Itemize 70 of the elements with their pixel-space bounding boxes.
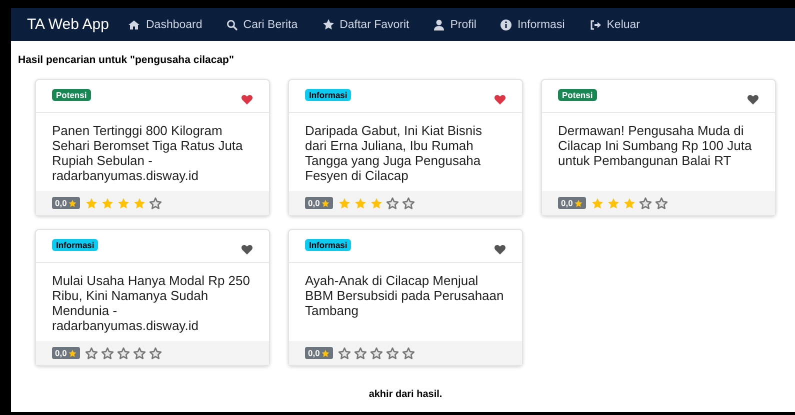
rating-badge: 0,0 bbox=[305, 197, 333, 209]
heart-icon[interactable] bbox=[494, 244, 506, 255]
rating-star-icon[interactable] bbox=[402, 196, 415, 210]
nav-link[interactable]: Dashboard bbox=[127, 18, 214, 30]
heart-icon[interactable] bbox=[241, 244, 253, 255]
star-icon bbox=[322, 18, 335, 31]
rating-star-icon[interactable] bbox=[100, 346, 114, 360]
rating-star-icon[interactable] bbox=[84, 196, 98, 210]
category-badge: Potensi bbox=[52, 89, 91, 101]
news-card[interactable]: Informasi Daripada Gabut, Ini Kiat Bisnis dari Erna Juliana, Ibu Rumah Tangga yang Juga Pengusaha Fesyen di Cilacap 0,0 bbox=[288, 79, 523, 216]
rating-star-icon[interactable] bbox=[386, 196, 399, 210]
search-icon bbox=[226, 18, 238, 30]
heart-icon[interactable] bbox=[747, 94, 759, 105]
rating-star-icon[interactable] bbox=[654, 196, 668, 210]
rating-star-icon[interactable] bbox=[606, 196, 620, 210]
rating-star-icon[interactable] bbox=[116, 346, 130, 360]
rating-badge: 0,0 bbox=[52, 347, 80, 359]
search-results-heading: Hasil pencarian untuk "pengusaha cilacap" bbox=[18, 54, 235, 66]
heart-icon[interactable] bbox=[494, 94, 506, 105]
rating-star-icon[interactable] bbox=[148, 346, 162, 360]
rating-star-icon[interactable] bbox=[84, 346, 98, 360]
rating-star-icon[interactable] bbox=[370, 196, 383, 210]
news-card[interactable]: Potensi Panen Tertinggi 800 Kilogram Sehari Beromset Tiga Ratus Juta Rupiah Sebulan - radarbanyumas.disway.id 0,0 bbox=[35, 79, 270, 216]
rating-badge: 0,0 bbox=[305, 347, 333, 359]
rating-star-icon[interactable] bbox=[590, 196, 604, 210]
brand-title[interactable]: TA Web App bbox=[27, 16, 109, 33]
heart-icon[interactable] bbox=[241, 94, 253, 105]
news-title[interactable]: Ayah-Anak di Cilacap Menjual BBM Bersubsidi pada Perusahaan Tambang bbox=[289, 263, 522, 341]
home-icon bbox=[127, 18, 141, 30]
star-icon bbox=[68, 198, 77, 208]
star-icon bbox=[320, 348, 330, 358]
star-icon bbox=[320, 198, 330, 208]
rating-badge: 0,0 bbox=[558, 197, 586, 209]
star-icon bbox=[574, 198, 583, 208]
rating-star-icon[interactable] bbox=[116, 196, 130, 210]
rating-star-icon[interactable] bbox=[100, 196, 114, 210]
rating-star-icon[interactable] bbox=[132, 346, 146, 360]
end-of-results-text: akhir dari hasil. bbox=[368, 389, 442, 400]
nav-link[interactable]: Daftar Favorit bbox=[322, 18, 422, 31]
rating-star-icon[interactable] bbox=[370, 346, 383, 360]
rating-star-icon[interactable] bbox=[402, 346, 415, 360]
logout-icon bbox=[588, 18, 602, 30]
category-badge: Informasi bbox=[52, 239, 98, 251]
nav-link[interactable]: Profil bbox=[433, 18, 488, 30]
rating-star-icon[interactable] bbox=[132, 196, 146, 210]
rating-star-icon[interactable] bbox=[386, 346, 399, 360]
rating-star-icon[interactable] bbox=[354, 196, 367, 210]
rating-star-icon[interactable] bbox=[338, 196, 351, 210]
news-card[interactable]: Potensi Dermawan! Pengusaha Muda di Cilacap Ini Sumbang Rp 100 Juta untuk Pembangunan Balai RT 0,0 bbox=[541, 79, 776, 216]
rating-star-icon[interactable] bbox=[638, 196, 652, 210]
nav-link[interactable]: Keluar bbox=[588, 18, 652, 30]
category-badge: Informasi bbox=[305, 239, 352, 251]
category-badge: Potensi bbox=[558, 89, 597, 101]
news-card[interactable]: Informasi Mulai Usaha Hanya Modal Rp 250 Ribu, Kini Namanya Sudah Mendunia - radarbanyumas.disway.id 0,0 bbox=[35, 229, 270, 366]
user-icon bbox=[433, 18, 446, 30]
news-card[interactable]: Informasi Ayah-Anak di Cilacap Menjual BBM Bersubsidi pada Perusahaan Tambang 0,0 bbox=[288, 229, 523, 366]
info-icon bbox=[500, 18, 512, 30]
news-title[interactable]: Mulai Usaha Hanya Modal Rp 250 Ribu, Kini Namanya Sudah Mendunia - radarbanyumas.disway.id bbox=[36, 263, 269, 341]
rating-star-icon[interactable] bbox=[354, 346, 367, 360]
rating-star-icon[interactable] bbox=[622, 196, 636, 210]
nav-link[interactable]: Informasi bbox=[500, 18, 577, 30]
news-title[interactable]: Dermawan! Pengusaha Muda di Cilacap Ini Sumbang Rp 100 Juta untuk Pembangunan Balai RT bbox=[542, 113, 775, 191]
news-title[interactable]: Panen Tertinggi 800 Kilogram Sehari Beromset Tiga Ratus Juta Rupiah Sebulan - radarbanyumas.disway.id bbox=[36, 113, 269, 191]
rating-star-icon[interactable] bbox=[338, 346, 351, 360]
nav-link[interactable]: Cari Berita bbox=[226, 18, 310, 30]
news-title[interactable]: Daripada Gabut, Ini Kiat Bisnis dari Erna Juliana, Ibu Rumah Tangga yang Juga Pengusaha Fesyen di Cilacap bbox=[289, 113, 522, 191]
rating-badge: 0,0 bbox=[52, 197, 80, 209]
rating-star-icon[interactable] bbox=[148, 196, 162, 210]
star-icon bbox=[68, 348, 77, 358]
category-badge: Informasi bbox=[305, 89, 352, 101]
